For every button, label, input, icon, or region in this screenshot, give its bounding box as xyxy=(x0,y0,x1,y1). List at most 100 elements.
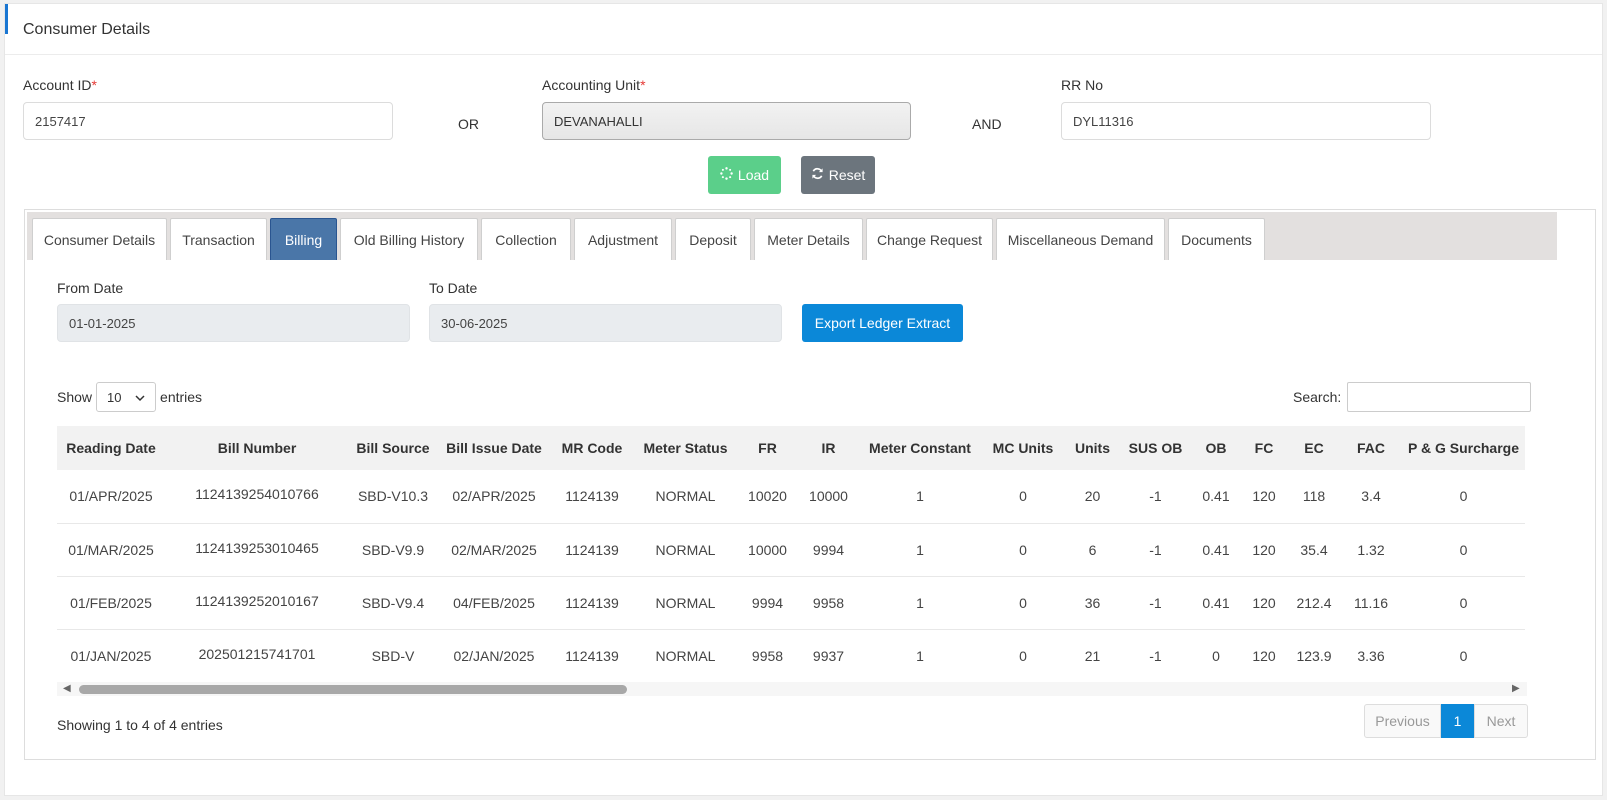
column-header[interactable]: Reading Date xyxy=(57,426,165,470)
column-header[interactable]: EC xyxy=(1288,426,1340,470)
table-cell: 02/MAR/2025 xyxy=(437,523,551,577)
table-cell: NORMAL xyxy=(633,523,738,577)
table-cell: -1 xyxy=(1119,523,1192,577)
table-cell: 0.41 xyxy=(1192,576,1240,630)
table-cell: 11.16 xyxy=(1340,576,1402,630)
column-header[interactable]: P & G Surcharge xyxy=(1402,426,1525,470)
column-header[interactable]: Meter Constant xyxy=(860,426,980,470)
table-cell: 0 xyxy=(1402,629,1526,676)
scroll-right-icon[interactable]: ▶ xyxy=(1512,682,1520,696)
tab-meter-details[interactable]: Meter Details xyxy=(754,218,863,260)
table-cell: 0.41 xyxy=(1192,523,1240,577)
load-button[interactable]: Load xyxy=(708,156,781,194)
tab-deposit[interactable]: Deposit xyxy=(675,218,751,260)
horizontal-scrollbar[interactable]: ◀ ▶ xyxy=(57,682,1527,696)
tab-adjustment[interactable]: Adjustment xyxy=(574,218,672,260)
table-cell: 202501215741701 xyxy=(165,629,349,676)
rr-no-input[interactable]: DYL11316 xyxy=(1061,102,1431,140)
show-label: Show xyxy=(57,389,93,405)
from-date-label: From Date xyxy=(57,280,124,296)
table-cell: 1 xyxy=(860,470,980,524)
tab-collection[interactable]: Collection xyxy=(481,218,571,260)
column-header[interactable]: Units xyxy=(1066,426,1119,470)
header-divider xyxy=(5,54,1602,55)
table-cell: 3.4 xyxy=(1340,470,1402,524)
table-cell: 1124139 xyxy=(551,523,633,577)
table-cell: 120 xyxy=(1240,629,1288,676)
table-cell: 120 xyxy=(1240,523,1288,577)
column-header[interactable]: FC xyxy=(1240,426,1288,470)
tab-consumer-details[interactable]: Consumer Details xyxy=(32,218,167,260)
table-row: 01/JAN/2025 202501215741701 SBD-V 02/JAN/20… xyxy=(57,629,1526,676)
column-header[interactable]: SUS OB xyxy=(1119,426,1192,470)
tab-billing[interactable]: Billing xyxy=(270,218,337,260)
previous-page-button[interactable]: Previous xyxy=(1364,704,1441,738)
column-header[interactable]: IR xyxy=(797,426,860,470)
table-row: 01/MAR/2025 1124139253010465 SBD-V9.9 02/MA… xyxy=(57,523,1526,577)
table-cell: 01/MAR/2025 xyxy=(57,523,165,577)
table-cell: 10020 xyxy=(738,470,797,524)
column-header[interactable]: Meter Status xyxy=(633,426,738,470)
column-header[interactable]: FR xyxy=(738,426,797,470)
table-cell: 1124139 xyxy=(551,576,633,630)
scroll-left-icon[interactable]: ◀ xyxy=(63,682,71,696)
table-cell: NORMAL xyxy=(633,576,738,630)
to-date-label: To Date xyxy=(429,280,478,296)
reset-button[interactable]: Reset xyxy=(801,156,875,194)
table-cell: 123.9 xyxy=(1288,629,1340,676)
column-header[interactable]: Bill Issue Date xyxy=(437,426,551,470)
rr-no-label: RR No xyxy=(1061,77,1104,93)
column-header[interactable]: FAC xyxy=(1340,426,1402,470)
from-date-input[interactable]: 01-01-2025 xyxy=(57,304,410,342)
table-cell: 9937 xyxy=(797,629,860,676)
table-cell: 6 xyxy=(1066,523,1119,577)
page-length-select[interactable]: 10 xyxy=(96,382,157,412)
table-cell: 20 xyxy=(1066,470,1119,524)
billing-table-wrapper: Reading Date Bill Number Bill Source Bill I… xyxy=(57,426,1527,676)
tab-miscellaneous-demand[interactable]: Miscellaneous Demand xyxy=(996,218,1165,260)
table-row: 01/APR/2025 1124139254010766 SBD-V10.3 02/A… xyxy=(57,470,1526,524)
load-button-label: Load xyxy=(737,167,770,183)
column-header[interactable]: MR Code xyxy=(551,426,633,470)
details-panel: Consumer Details Transaction Billing Old… xyxy=(24,209,1596,760)
column-header[interactable]: Bill Source xyxy=(349,426,437,470)
next-page-button[interactable]: Next xyxy=(1474,704,1528,738)
account-id-label: Account ID* xyxy=(23,77,97,93)
account-id-input[interactable]: 2157417 xyxy=(23,102,393,140)
table-cell: 1.32 xyxy=(1340,523,1402,577)
column-header[interactable]: Bill Number xyxy=(165,426,349,470)
table-cell: NORMAL xyxy=(633,470,738,524)
table-cell: 35.4 xyxy=(1288,523,1340,577)
pagination: Previous 1 Next xyxy=(1364,704,1528,738)
table-cell: 02/JAN/2025 xyxy=(437,629,551,676)
table-cell: 10000 xyxy=(797,470,860,524)
search-label: Search: xyxy=(1293,389,1342,405)
table-cell: -1 xyxy=(1119,629,1192,676)
table-info: Showing 1 to 4 of 4 entries xyxy=(57,717,223,733)
table-cell: 21 xyxy=(1066,629,1119,676)
table-cell: 0 xyxy=(980,523,1066,577)
entries-label: entries xyxy=(160,389,203,405)
table-cell: 0.41 xyxy=(1192,470,1240,524)
table-cell: 1124139 xyxy=(551,629,633,676)
scrollbar-thumb[interactable] xyxy=(79,685,627,694)
table-search: Search: xyxy=(1293,382,1532,412)
accounting-unit-select[interactable]: DEVANAHALLI xyxy=(542,102,911,140)
column-header[interactable]: OB xyxy=(1192,426,1240,470)
to-date-input[interactable]: 30-06-2025 xyxy=(429,304,782,342)
refresh-icon xyxy=(811,167,824,183)
table-cell: 118 xyxy=(1288,470,1340,524)
page-1-button[interactable]: 1 xyxy=(1441,704,1474,738)
table-cell: 9994 xyxy=(738,576,797,630)
column-header[interactable]: MC Units xyxy=(980,426,1066,470)
billing-table: Reading Date Bill Number Bill Source Bill I… xyxy=(57,426,1526,676)
tab-documents[interactable]: Documents xyxy=(1168,218,1265,260)
search-input[interactable] xyxy=(1347,382,1532,412)
table-cell: 1 xyxy=(860,629,980,676)
table-cell: 3.36 xyxy=(1340,629,1402,676)
tab-old-billing-history[interactable]: Old Billing History xyxy=(340,218,478,260)
export-ledger-button[interactable]: Export Ledger Extract xyxy=(802,304,963,342)
tab-change-request[interactable]: Change Request xyxy=(866,218,993,260)
tab-transaction[interactable]: Transaction xyxy=(170,218,267,260)
table-cell: 0 xyxy=(1402,576,1526,630)
